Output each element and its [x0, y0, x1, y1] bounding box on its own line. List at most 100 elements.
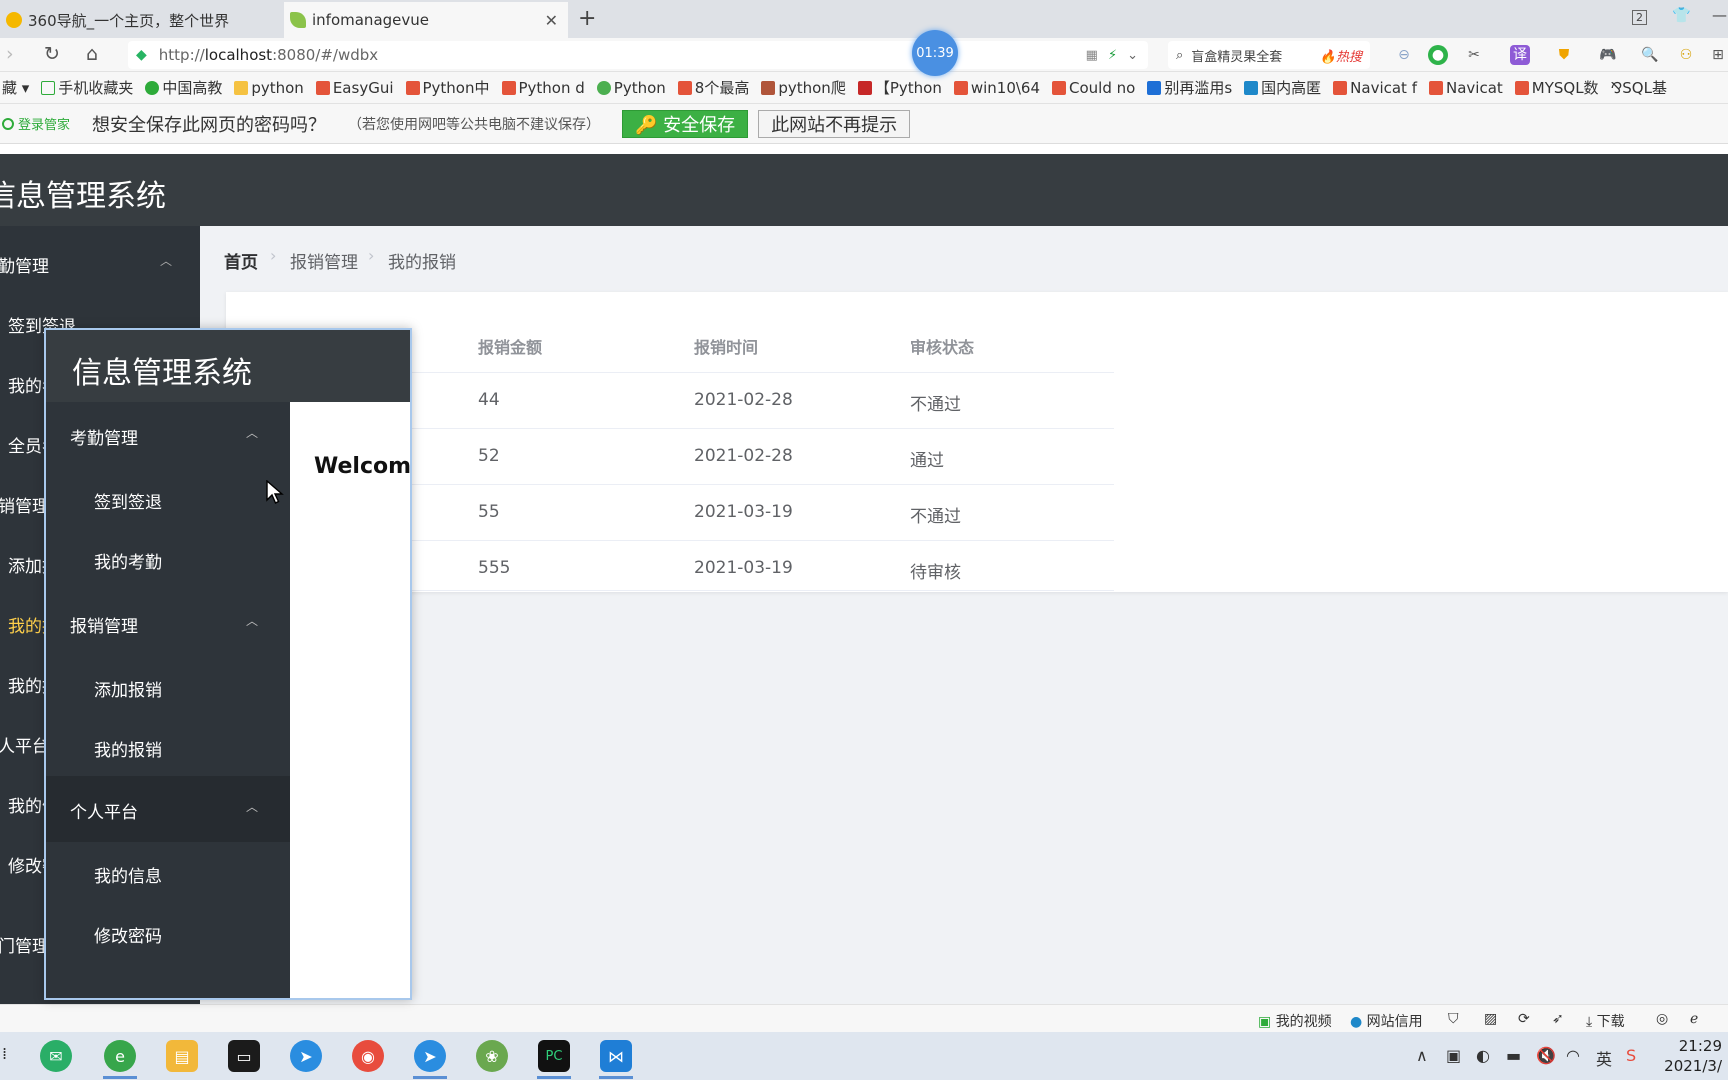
tray-expand-icon[interactable]: ∧ — [1416, 1046, 1428, 1065]
site-credit-link[interactable]: ● 网站信用 — [1350, 1011, 1423, 1031]
bookmark-item[interactable]: MYSQL数 — [1514, 77, 1599, 98]
sidebar-group-attendance[interactable]: 勤管理 — [0, 252, 49, 277]
csdn-icon — [405, 80, 420, 95]
bookmark-label: Python中 — [422, 79, 490, 97]
overlay-item-my-info[interactable]: 我的信息 — [94, 862, 162, 887]
magnifier-icon[interactable]: 🔍 — [1640, 45, 1660, 65]
battery-icon[interactable]: ▬ — [1506, 1046, 1521, 1065]
save-password-button[interactable]: 🔑 安全保存 — [622, 109, 749, 138]
bookmark-item[interactable]: 中国高教 — [145, 77, 222, 98]
lightning-icon[interactable]: ⚡ — [1108, 48, 1117, 63]
bookmark-item[interactable]: 手机收藏夹 — [41, 77, 133, 98]
bookmark-item[interactable]: win10\64 — [953, 79, 1040, 97]
person-icon[interactable]: ⚇ — [1676, 45, 1696, 65]
bookmark-label: Python — [613, 78, 666, 97]
home-icon[interactable]: ⌂ — [86, 43, 98, 65]
tray-monitor-icon[interactable]: ▣ — [1446, 1046, 1461, 1065]
bookmark-item[interactable]: Python中 — [405, 77, 490, 98]
pycharm-icon[interactable]: PC — [538, 1040, 570, 1072]
overlay-item-checkin[interactable]: 签到签退 — [94, 488, 162, 513]
url-input[interactable]: ◆ http://localhost:8080/#/wdbx ▦ ⚡ ⌄ — [128, 41, 1148, 69]
terminal-icon[interactable]: ▭ — [228, 1040, 260, 1072]
grid-icon[interactable]: ⊞ — [1708, 45, 1728, 65]
glasses-icon[interactable]: ◎ — [1656, 1011, 1668, 1027]
play-icon: ▣ — [1258, 1014, 1276, 1030]
never-remind-button[interactable]: 此网站不再提示 — [758, 109, 911, 138]
forward-icon[interactable]: › — [6, 43, 14, 65]
minus-circle-icon[interactable]: ⊖ — [1394, 45, 1414, 65]
bookmark-item[interactable]: 国内高匿 — [1244, 77, 1321, 98]
bookmark-folder-0[interactable]: 藏 ▾ — [2, 77, 29, 98]
shield-yellow-icon[interactable]: ⛊ — [1554, 45, 1574, 65]
bookmark-item[interactable]: Navicat — [1428, 79, 1503, 97]
chevron-down-icon[interactable]: ⌄ — [1127, 48, 1138, 63]
wifi-icon[interactable]: ◠ — [1566, 1046, 1580, 1065]
sidebar-group-personal[interactable]: 人平台 — [0, 732, 49, 757]
ie-icon[interactable]: ℯ — [1690, 1011, 1698, 1027]
file-explorer-icon[interactable]: ▤ — [166, 1040, 198, 1072]
ie-browser-icon[interactable]: e — [104, 1040, 136, 1072]
tab-360-nav[interactable]: 360导航_一个主页，整个世界 — [0, 2, 282, 38]
chevron-up-icon: ︿ — [246, 800, 259, 814]
bookmark-item[interactable]: EasyGui — [315, 79, 394, 97]
bookmark-item[interactable]: python — [234, 79, 304, 97]
overlay-item-my-attendance[interactable]: 我的考勤 — [94, 548, 162, 573]
login-manager-brand: 登录管家 — [2, 114, 70, 133]
bookmark-item[interactable]: 【Python — [857, 77, 942, 98]
green-app-icon[interactable]: ● — [1428, 45, 1448, 65]
overlay-group-personal[interactable]: 个人平台 ︿ — [46, 776, 290, 842]
wechat-icon[interactable]: ✉ — [40, 1040, 72, 1072]
csdn-icon — [501, 80, 516, 95]
qr-icon[interactable]: ▦ — [1086, 48, 1098, 63]
vscode-icon[interactable]: ⋈ — [600, 1040, 632, 1072]
overlay-item-change-password[interactable]: 修改密码 — [94, 922, 162, 947]
sidebar-group-department[interactable]: 门管理 — [0, 932, 49, 957]
bookmark-item[interactable]: 别再滥用s — [1147, 77, 1232, 98]
bookmark-item[interactable]: 8个最高 — [677, 77, 749, 98]
bookmark-item[interactable]: python爬 — [761, 77, 846, 98]
bookmark-item[interactable]: Could no — [1052, 79, 1135, 97]
qq-icon[interactable]: ◐ — [1476, 1046, 1490, 1065]
rocket-icon[interactable]: ➶ — [1552, 1011, 1564, 1027]
timer-bubble[interactable]: 01:39 — [912, 30, 958, 76]
reload-icon[interactable]: ↻ — [44, 43, 60, 65]
breadcrumb-home[interactable]: 首页 — [224, 248, 258, 273]
shirt-icon[interactable]: 👕 — [1672, 6, 1691, 24]
download-link[interactable]: ⤓ 下载 — [1586, 1011, 1625, 1031]
csdn-icon — [1333, 80, 1348, 95]
overlay-item-my-expense[interactable]: 我的报销 — [94, 736, 162, 761]
close-tab-icon[interactable]: ✕ — [545, 11, 558, 30]
bookmark-item[interactable]: ⅋ SQL基 — [1611, 77, 1667, 98]
overlay-window-preview[interactable]: 信息管理系统 考勤管理 ︿ 签到签退 我的考勤 报销管理 ︿ 添加报销 我的报销… — [44, 328, 412, 1000]
overlay-group-expense[interactable]: 报销管理 ︿ — [46, 590, 290, 656]
system-clock[interactable]: 21:29 2021/3/ — [1662, 1036, 1722, 1076]
window-count-badge[interactable]: 2 — [1632, 10, 1647, 25]
new-tab-icon[interactable]: + — [578, 6, 596, 31]
my-videos-link[interactable]: ▣ 我的视频 — [1258, 1011, 1332, 1031]
translate-icon[interactable]: 译 — [1510, 45, 1530, 65]
feather-app-icon[interactable]: ➤ — [290, 1040, 322, 1072]
overlay-group-attendance[interactable]: 考勤管理 ︿ — [46, 402, 290, 468]
bookmark-item[interactable]: Python — [596, 78, 666, 97]
navicat-icon[interactable]: ❀ — [476, 1040, 508, 1072]
ime-indicator[interactable]: 英 — [1596, 1046, 1612, 1070]
sidebar-group-expense[interactable]: 销管理 — [0, 492, 49, 517]
feather-app-2-icon[interactable]: ➤ — [414, 1040, 446, 1072]
chevron-up-icon: ︿ — [160, 254, 173, 268]
start-icon[interactable]: ⁞ — [2, 1044, 7, 1063]
volume-muted-icon[interactable]: 🔇 — [1536, 1046, 1556, 1065]
search-input[interactable]: ⌕ 盲盒精灵果全套 🔥热搜 — [1168, 41, 1370, 69]
tab-infomanagevue[interactable]: infomanagevue ✕ — [284, 2, 568, 38]
shield-status-icon[interactable]: ⛉ — [1448, 1011, 1459, 1027]
sogou-icon[interactable]: S — [1626, 1046, 1636, 1065]
gamepad-icon[interactable]: 🎮 — [1598, 45, 1618, 65]
bookmark-item[interactable]: Navicat f — [1333, 79, 1417, 97]
recycle-icon[interactable]: ⟳ — [1518, 1011, 1530, 1027]
image-icon[interactable]: ▨ — [1484, 1011, 1497, 1027]
bookmark-item[interactable]: Python d — [501, 79, 585, 97]
minimize-icon[interactable]: — — [1712, 6, 1727, 24]
chrome-icon[interactable]: ◉ — [352, 1040, 384, 1072]
overlay-item-add-expense[interactable]: 添加报销 — [94, 676, 162, 701]
scissors-icon[interactable]: ✂ — [1464, 45, 1484, 65]
bookmark-label: 别再滥用s — [1164, 79, 1233, 97]
